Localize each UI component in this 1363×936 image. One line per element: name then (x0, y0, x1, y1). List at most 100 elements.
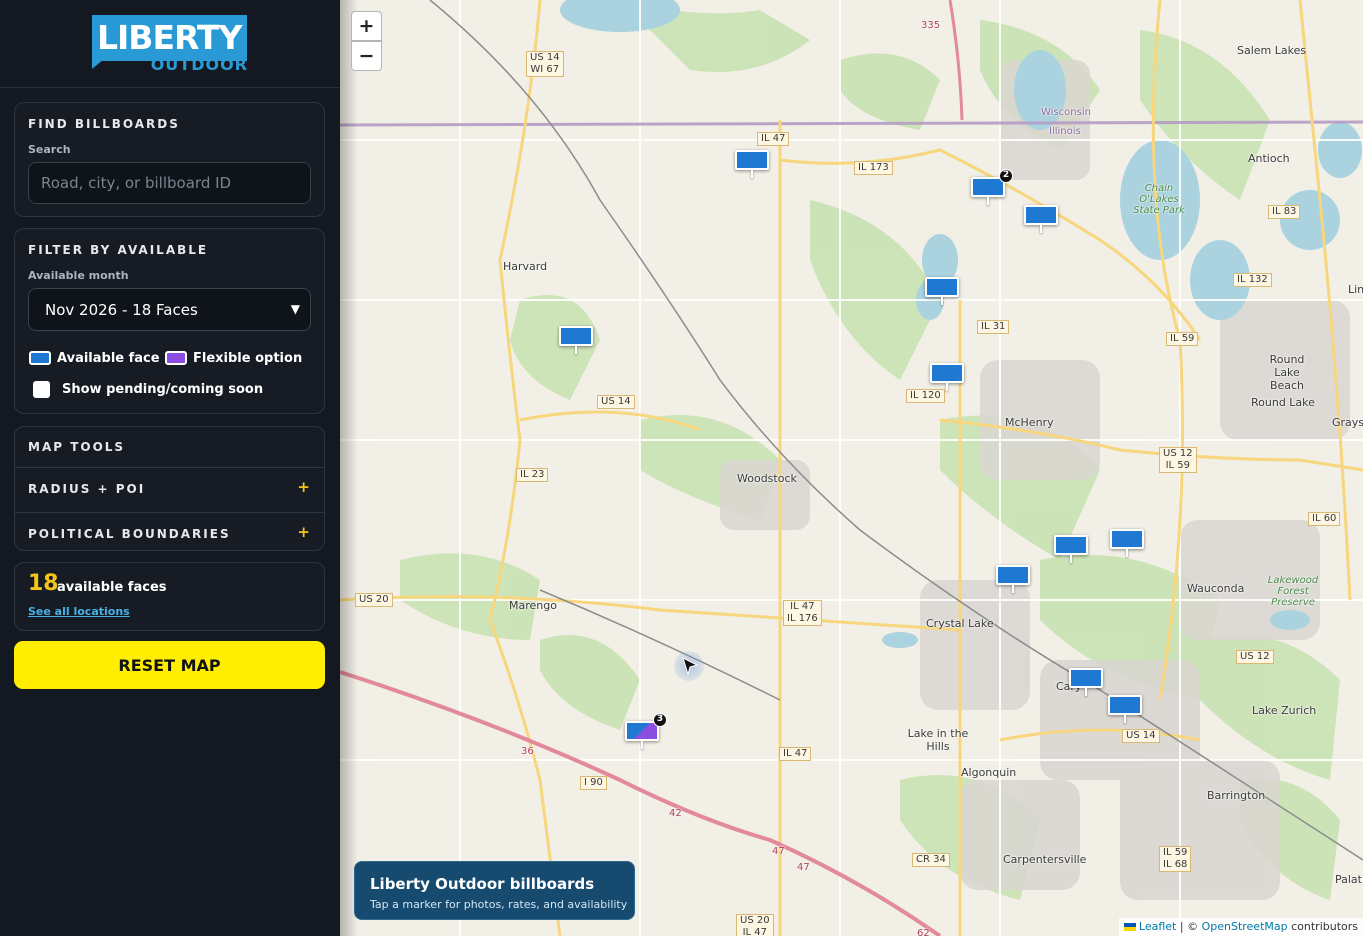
cluster-count-badge: 2 (999, 169, 1013, 183)
billboard-face (1108, 695, 1142, 715)
route-shield: IL 59 (1166, 332, 1199, 346)
route-shield: I 90 (580, 776, 607, 790)
park-label: Chain O'Lakes State Park (1133, 183, 1185, 216)
pending-checkbox[interactable] (33, 381, 50, 398)
pending-label: Show pending/coming soon (62, 382, 264, 397)
billboard-marker[interactable] (1054, 535, 1088, 563)
place-label: Lin (1348, 283, 1363, 296)
billboard-marker[interactable] (1024, 205, 1058, 233)
billboard-marker[interactable]: 3 (625, 713, 667, 749)
marker-pole (1085, 688, 1087, 696)
route-shield: IL 23 (516, 468, 549, 482)
route-shield: US 14 (597, 395, 635, 409)
route-number: 62 (917, 928, 930, 936)
place-label: Lake in the Hills (907, 727, 969, 753)
route-shield: IL 47 (779, 747, 812, 761)
political-boundaries-label: POLITICAL BOUNDARIES (28, 527, 231, 541)
month-label: Available month (28, 269, 129, 282)
liberty-outdoor-logo[interactable]: LIBERTY OUTDOOR (92, 15, 248, 74)
route-shield: US 12 (1236, 650, 1274, 664)
place-label: Round Lake (1251, 396, 1315, 409)
reset-map-button[interactable]: RESET MAP (14, 641, 325, 689)
attribution-contributors: contributors (1287, 920, 1358, 933)
map-tools-panel: MAP TOOLS RADIUS + POI + POLITICAL BOUND… (14, 426, 325, 551)
route-shield: IL 132 (1233, 273, 1272, 287)
billboard-marker[interactable] (930, 363, 964, 391)
info-card-subtitle: Tap a marker for photos, rates, and avai… (370, 898, 628, 911)
radius-poi-toggle[interactable]: RADIUS + POI + (15, 467, 324, 511)
legend-flexible-label: Flexible option (193, 351, 303, 366)
route-shield: IL 31 (977, 320, 1010, 334)
map-shadow (340, 0, 358, 936)
logo-sub-text: OUTDOOR (150, 55, 248, 74)
billboard-marker[interactable] (996, 565, 1030, 593)
marker-pole (575, 346, 577, 354)
flexible-swatch (165, 351, 187, 365)
route-number: 42 (669, 808, 682, 819)
radius-poi-label: RADIUS + POI (28, 482, 146, 496)
marker-pole (1012, 585, 1014, 593)
marker-pole (1040, 225, 1042, 233)
marker-pole (1124, 715, 1126, 723)
month-select[interactable]: Nov 2026 - 18 Faces ▼ (28, 288, 311, 331)
billboard-marker[interactable] (925, 277, 959, 305)
info-card-title: Liberty Outdoor billboards (370, 875, 595, 893)
route-shield: IL 59 IL 68 (1159, 846, 1192, 872)
billboard-face (1069, 668, 1103, 688)
place-label: Wauconda (1187, 582, 1245, 595)
cluster-count-badge: 3 (653, 713, 667, 727)
attribution-separator: | © (1176, 920, 1202, 933)
billboard-face (1110, 529, 1144, 549)
marker-pole (946, 383, 948, 391)
map-attribution: Leaflet | © OpenStreetMap contributors (1118, 918, 1363, 936)
billboard-marker[interactable] (1069, 668, 1103, 696)
chevron-down-icon: ▼ (290, 302, 300, 316)
billboard-marker[interactable] (1108, 695, 1142, 723)
place-label: Grays (1332, 416, 1363, 429)
place-label: Barrington (1207, 789, 1266, 802)
political-boundaries-toggle[interactable]: POLITICAL BOUNDARIES + (15, 512, 324, 550)
billboard-face (925, 277, 959, 297)
route-shield: IL 173 (854, 161, 893, 175)
marker-pole (987, 197, 989, 205)
route-shield: US 20 IL 47 (736, 914, 774, 936)
legend-available-label: Available face (57, 351, 160, 366)
map[interactable]: + − Salem Lakes Antioch Harvard Woodstoc… (340, 0, 1363, 936)
ukraine-flag-icon (1123, 923, 1136, 931)
marker-pole (941, 297, 943, 305)
marker-pole (641, 741, 643, 749)
route-shield: US 14 WI 67 (526, 51, 564, 77)
route-shield: US 12 IL 59 (1159, 447, 1197, 473)
route-shield: IL 60 (1308, 512, 1341, 526)
logo-area: LIBERTY OUTDOOR (0, 0, 340, 88)
month-select-value: Nov 2026 - 18 Faces (45, 301, 198, 319)
billboard-face (930, 363, 964, 383)
place-label: Crystal Lake (926, 617, 994, 630)
see-all-locations-link[interactable]: See all locations (28, 605, 130, 618)
leaflet-link[interactable]: Leaflet (1139, 920, 1176, 933)
billboard-face (1024, 205, 1058, 225)
billboard-marker[interactable] (735, 150, 769, 178)
place-label: Carpentersville (1003, 853, 1087, 866)
zoom-in-button[interactable]: + (351, 11, 382, 41)
place-label: McHenry (1005, 416, 1054, 429)
osm-link[interactable]: OpenStreetMap (1202, 920, 1288, 933)
marker-pole (751, 170, 753, 178)
available-count: 18 (28, 571, 59, 596)
billboard-marker[interactable] (1110, 529, 1144, 557)
state-label: Illinois (1049, 126, 1081, 137)
billboard-marker[interactable] (559, 326, 593, 354)
filter-panel: FILTER BY AVAILABLE Available month Nov … (14, 228, 325, 414)
search-input[interactable] (28, 162, 311, 204)
cursor-pointer-icon (674, 651, 704, 681)
marker-pole (1126, 549, 1128, 557)
marker-pole (1070, 555, 1072, 563)
billboard-marker[interactable]: 2 (971, 169, 1013, 205)
find-billboards-panel: FIND BILLBOARDS Search (14, 102, 325, 217)
place-label: Harvard (503, 260, 548, 273)
route-shield: IL 83 (1268, 205, 1301, 219)
zoom-out-button[interactable]: − (351, 41, 382, 71)
available-count-label: available faces (57, 580, 167, 595)
place-label: Antioch (1248, 152, 1290, 165)
sidebar: LIBERTY OUTDOOR FIND BILLBOARDS Search F… (0, 0, 340, 936)
